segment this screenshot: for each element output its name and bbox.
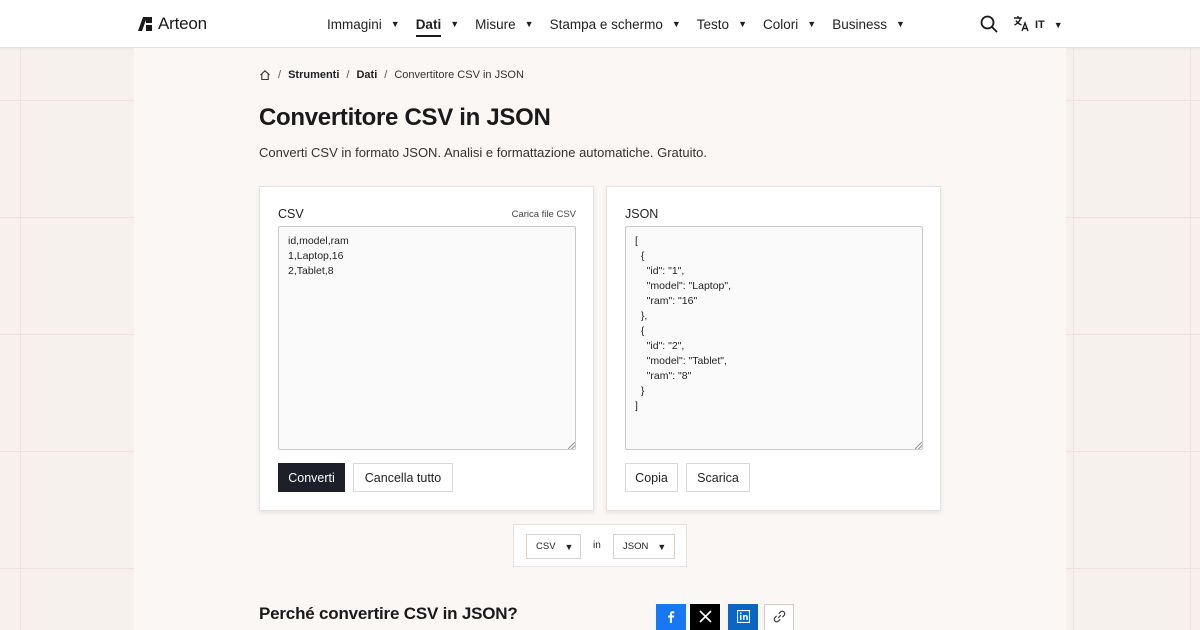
page-description: Converti CSV in formato JSON. Analisi e …	[259, 145, 707, 160]
download-button[interactable]: Scarica	[686, 463, 750, 492]
nav-label: Testo	[696, 16, 730, 32]
breadcrumb-strumenti[interactable]: Strumenti	[288, 69, 339, 81]
json-label: JSON	[625, 207, 659, 221]
share-linkedin-button[interactable]	[728, 604, 758, 630]
share-facebook-button[interactable]	[656, 604, 686, 630]
breadcrumb-separator: /	[384, 69, 388, 81]
breadcrumb-separator: /	[278, 69, 282, 81]
csv-label: CSV	[278, 207, 304, 221]
language-selector[interactable]: IT ▼	[1013, 15, 1063, 35]
breadcrumb: / Strumenti / Dati / Convertitore CSV in…	[259, 69, 524, 81]
to-format-value: JSON	[623, 541, 649, 552]
breadcrumb-current: Convertitore CSV in JSON	[394, 69, 524, 81]
caret-down-icon: ▼	[671, 19, 681, 29]
nav-label: Misure	[475, 16, 516, 32]
language-code: IT	[1035, 19, 1045, 31]
json-output[interactable]: [ { "id": "1", "model": "Laptop", "ram":…	[625, 226, 923, 450]
logo[interactable]: Arteon	[137, 14, 207, 34]
clear-all-button[interactable]: Cancella tutto	[353, 463, 453, 492]
nav-item-dati[interactable]: Dati ▼	[415, 0, 460, 48]
resize-handle-icon[interactable]	[568, 442, 575, 449]
nav-item-misure[interactable]: Misure ▼	[475, 0, 533, 48]
json-output-panel: JSON [ { "id": "1", "model": "Laptop", "…	[606, 186, 941, 511]
nav-label: Dati	[415, 16, 442, 37]
nav-label: Business	[832, 16, 887, 32]
top-header: Arteon Immagini ▼ Dati ▼ Misure ▼ Stampa…	[0, 0, 1200, 48]
linkedin-icon	[736, 609, 750, 628]
csv-input-panel: CSV Carica file CSV id,model,ram 1,Lapto…	[259, 186, 594, 511]
copy-link-button[interactable]	[764, 604, 794, 630]
search-icon[interactable]	[980, 15, 998, 33]
main-content: / Strumenti / Dati / Convertitore CSV in…	[134, 48, 1066, 630]
breadcrumb-dati[interactable]: Dati	[356, 69, 377, 81]
copy-button[interactable]: Copia	[625, 463, 678, 492]
resize-handle-icon[interactable]	[915, 442, 922, 449]
main-nav: Immagini ▼ Dati ▼ Misure ▼ Stampa e sche…	[327, 0, 921, 48]
caret-down-icon: ▼	[564, 541, 574, 552]
nav-item-stampa-e-schermo[interactable]: Stampa e schermo ▼	[550, 0, 681, 48]
format-selector-bar: CSV ▼ in JSON ▼	[513, 524, 687, 567]
nav-item-immagini[interactable]: Immagini ▼	[327, 0, 400, 48]
caret-down-icon: ▼	[524, 19, 534, 29]
page-title: Convertitore CSV in JSON	[259, 104, 551, 131]
share-x-button[interactable]	[690, 604, 720, 630]
caret-down-icon: ▼	[807, 19, 817, 29]
caret-down-icon: ▼	[450, 19, 460, 29]
from-format-select[interactable]: CSV ▼	[526, 534, 581, 559]
logo-text: Arteon	[158, 14, 207, 33]
nav-label: Stampa e schermo	[549, 16, 663, 32]
nav-item-business[interactable]: Business ▼	[832, 0, 905, 48]
logo-icon	[137, 16, 153, 32]
facebook-icon	[664, 610, 678, 629]
home-icon[interactable]	[259, 69, 271, 81]
caret-down-icon: ▼	[738, 19, 747, 29]
from-format-value: CSV	[536, 541, 556, 552]
translate-icon	[1013, 15, 1030, 35]
nav-label: Colori	[763, 16, 799, 32]
x-icon	[698, 610, 712, 628]
caret-down-icon: ▼	[657, 541, 667, 552]
link-icon	[773, 610, 786, 628]
caret-down-icon: ▼	[895, 19, 905, 29]
section-title: Perché convertire CSV in JSON?	[259, 604, 518, 623]
nav-label: Immagini	[327, 16, 382, 32]
nav-item-colori[interactable]: Colori ▼	[763, 0, 816, 48]
format-joiner: in	[593, 540, 601, 551]
nav-item-testo[interactable]: Testo ▼	[697, 0, 747, 48]
caret-down-icon: ▼	[390, 19, 400, 29]
to-format-select[interactable]: JSON ▼	[613, 534, 675, 559]
caret-down-icon: ▼	[1053, 20, 1063, 30]
csv-input[interactable]: id,model,ram 1,Laptop,16 2,Tablet,8	[278, 226, 576, 450]
breadcrumb-separator: /	[346, 69, 350, 81]
convert-button[interactable]: Converti	[278, 463, 345, 492]
upload-csv-link[interactable]: Carica file CSV	[512, 209, 576, 220]
